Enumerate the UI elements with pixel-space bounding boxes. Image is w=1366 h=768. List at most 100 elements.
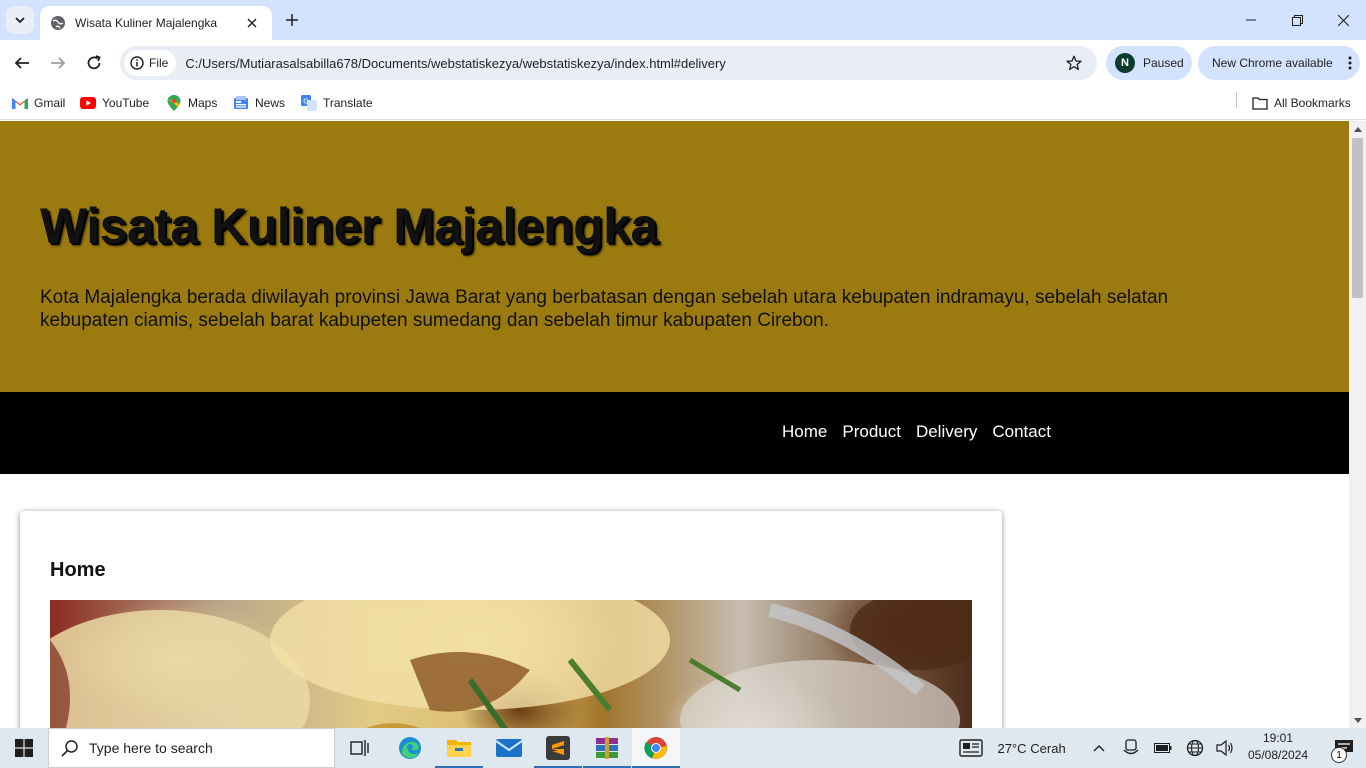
bookmark-label: Gmail bbox=[34, 96, 66, 110]
back-button[interactable] bbox=[6, 47, 38, 79]
sublime-text-icon bbox=[546, 736, 570, 760]
bookmark-news[interactable]: News bbox=[233, 92, 285, 114]
search-icon bbox=[61, 740, 78, 757]
tab-title: Wisata Kuliner Majalengka bbox=[75, 16, 218, 30]
tab-strip: Wisata Kuliner Majalengka bbox=[0, 0, 1366, 40]
plus-icon bbox=[286, 14, 298, 26]
network-globe-icon[interactable] bbox=[1184, 728, 1206, 768]
bookmark-gmail[interactable]: Gmail bbox=[12, 92, 65, 114]
winrar-icon bbox=[596, 737, 618, 759]
star-icon bbox=[1066, 55, 1082, 71]
tab-search-button[interactable] bbox=[6, 6, 34, 34]
browser-tab-active[interactable]: Wisata Kuliner Majalengka bbox=[40, 6, 272, 40]
bookmark-label: Translate bbox=[323, 96, 373, 110]
edge-icon bbox=[399, 737, 421, 759]
minimize-icon bbox=[1246, 19, 1256, 21]
start-button[interactable] bbox=[0, 728, 48, 768]
taskbar-sublime-text[interactable] bbox=[534, 728, 582, 768]
chrome-icon bbox=[644, 737, 667, 759]
show-hidden-icons-button[interactable] bbox=[1088, 728, 1110, 768]
scroll-down-arrow-icon[interactable] bbox=[1349, 714, 1366, 726]
bookmark-label: YouTube bbox=[102, 96, 150, 110]
taskbar-winrar[interactable] bbox=[583, 728, 631, 768]
chevron-down-icon bbox=[15, 17, 25, 24]
chevron-up-icon bbox=[1093, 745, 1105, 752]
weather-condition[interactable]: Cerah bbox=[1026, 728, 1070, 768]
nav-link-home[interactable]: Home bbox=[782, 422, 827, 442]
tab-close-button[interactable] bbox=[242, 13, 262, 33]
svg-text:G: G bbox=[303, 98, 308, 106]
battery-icon[interactable] bbox=[1152, 728, 1174, 768]
site-description: Kota Majalengka berada diwilayah provins… bbox=[40, 287, 1169, 331]
taskbar-mail[interactable] bbox=[485, 728, 533, 768]
meet-now-icon[interactable] bbox=[1120, 728, 1142, 768]
scroll-up-arrow-icon[interactable] bbox=[1349, 123, 1366, 135]
site-header: Wisata Kuliner Majalengka Kota Majalengk… bbox=[0, 121, 1349, 392]
volume-icon[interactable] bbox=[1214, 728, 1236, 768]
food-photo bbox=[50, 600, 972, 728]
notification-count-badge: 1 bbox=[1331, 747, 1347, 763]
bookmark-label: Maps bbox=[188, 96, 218, 110]
nav-link-contact[interactable]: Contact bbox=[992, 422, 1051, 442]
update-label: New Chrome available bbox=[1212, 56, 1333, 70]
section-heading: Home bbox=[50, 559, 106, 581]
profile-button[interactable]: N Paused bbox=[1106, 46, 1192, 80]
url-text[interactable]: C:/Users/Mutiarasalsabilla678/Documents/… bbox=[185, 56, 1059, 71]
folder-icon bbox=[1252, 95, 1268, 111]
restore-button[interactable] bbox=[1274, 0, 1320, 40]
avatar: N bbox=[1115, 53, 1135, 73]
nav-link-product[interactable]: Product bbox=[842, 422, 901, 442]
translate-icon: G bbox=[301, 95, 317, 111]
content-card: Home bbox=[20, 511, 1002, 728]
info-icon bbox=[130, 56, 144, 70]
bookmark-maps[interactable]: Maps bbox=[166, 92, 217, 114]
clock-date: 05/08/2024 bbox=[1247, 748, 1309, 762]
taskbar-chrome[interactable] bbox=[632, 728, 680, 768]
bookmark-translate[interactable]: G Translate bbox=[301, 92, 373, 114]
taskbar-file-explorer[interactable] bbox=[435, 728, 483, 768]
site-info-chip[interactable]: File bbox=[124, 50, 177, 76]
more-menu-icon[interactable] bbox=[1340, 56, 1360, 70]
close-window-button[interactable] bbox=[1320, 0, 1366, 40]
reload-icon bbox=[87, 55, 101, 70]
restore-icon bbox=[1291, 14, 1303, 26]
address-bar[interactable]: File C:/Users/Mutiarasalsabilla678/Docum… bbox=[120, 46, 1097, 80]
clock-time: 19:01 bbox=[1262, 731, 1294, 745]
taskbar-edge[interactable] bbox=[386, 728, 434, 768]
task-view-button[interactable] bbox=[336, 728, 384, 768]
scheme-label: File bbox=[149, 56, 169, 70]
windows-taskbar: Type here to search 27°C Cerah 19:01 05/… bbox=[0, 728, 1366, 768]
new-tab-button[interactable] bbox=[280, 8, 304, 32]
windows-logo-icon bbox=[15, 739, 33, 757]
bookmark-youtube[interactable]: YouTube bbox=[80, 92, 149, 114]
bookmarks-bar: Gmail YouTube Maps News G Translate All … bbox=[0, 86, 1366, 120]
scrollbar-thumb[interactable] bbox=[1352, 138, 1363, 298]
minimize-button[interactable] bbox=[1228, 0, 1274, 40]
bookmark-star-button[interactable] bbox=[1059, 48, 1089, 78]
globe-icon bbox=[50, 15, 66, 31]
search-placeholder: Type here to search bbox=[89, 740, 213, 756]
news-widget-icon[interactable] bbox=[956, 728, 986, 768]
taskbar-search-box[interactable]: Type here to search bbox=[48, 728, 335, 768]
news-icon bbox=[233, 95, 249, 111]
maps-icon bbox=[166, 95, 182, 111]
mail-icon bbox=[496, 739, 522, 757]
site-navigation: Home Product Delivery Contact bbox=[0, 392, 1349, 474]
task-view-icon bbox=[350, 740, 369, 756]
vertical-scrollbar[interactable] bbox=[1349, 121, 1366, 728]
update-chrome-button[interactable]: New Chrome available bbox=[1198, 46, 1360, 80]
taskbar-clock[interactable]: 19:01 05/08/2024 bbox=[1236, 730, 1320, 766]
page-viewport[interactable]: Wisata Kuliner Majalengka Kota Majalengk… bbox=[0, 121, 1349, 728]
profile-status: Paused bbox=[1143, 56, 1184, 70]
bookmarks-separator bbox=[1236, 92, 1237, 108]
gmail-icon bbox=[12, 95, 28, 111]
forward-button[interactable] bbox=[42, 47, 74, 79]
close-icon bbox=[1337, 14, 1349, 26]
bookmark-label: News bbox=[255, 96, 286, 110]
folder-icon bbox=[447, 740, 471, 757]
nav-link-delivery[interactable]: Delivery bbox=[916, 422, 977, 442]
youtube-icon bbox=[80, 95, 96, 111]
reload-button[interactable] bbox=[78, 47, 110, 79]
arrow-left-icon bbox=[14, 57, 29, 69]
all-bookmarks-button[interactable]: All Bookmarks bbox=[1252, 92, 1351, 114]
